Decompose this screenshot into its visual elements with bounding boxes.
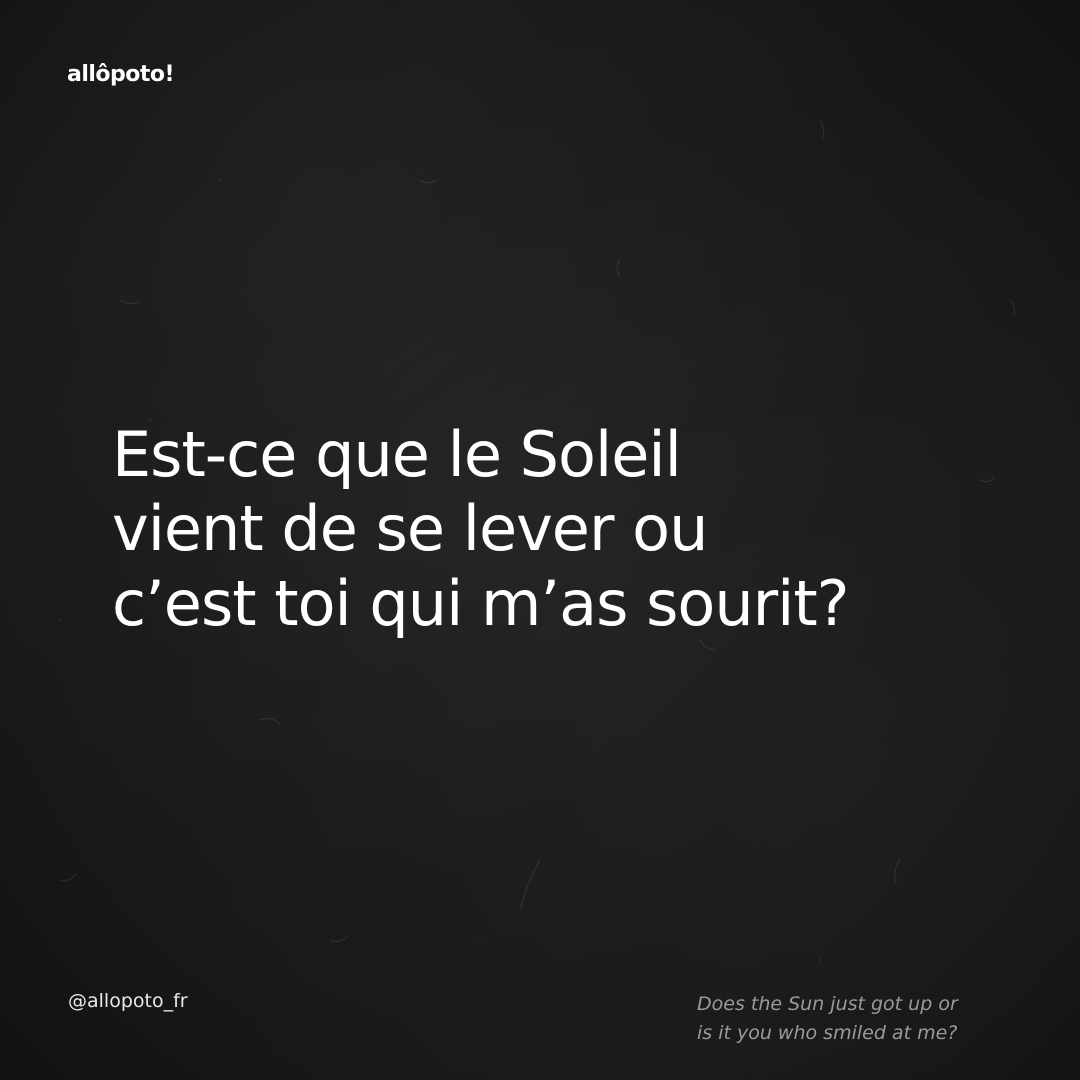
quote-line: vient de se lever ou	[112, 492, 708, 566]
english-translation: Does the Sun just got up or is it you wh…	[697, 990, 1057, 1047]
brand-logo: allôpoto!	[67, 62, 175, 87]
quote-line: Est-ce que le Soleil	[112, 418, 682, 491]
post-canvas: allôpoto! Est-ce que le Soleil vient de …	[0, 0, 1080, 1080]
quote-line: c’est toi qui m’as sourit?	[112, 566, 850, 640]
translation-line: Does the Sun just got up or	[697, 993, 958, 1015]
translation-line: is it you who smiled at me?	[697, 1021, 958, 1044]
social-handle: @allopoto_fr	[68, 990, 188, 1012]
quote-text: Est-ce que le Soleil vient de se lever o…	[112, 418, 1012, 641]
